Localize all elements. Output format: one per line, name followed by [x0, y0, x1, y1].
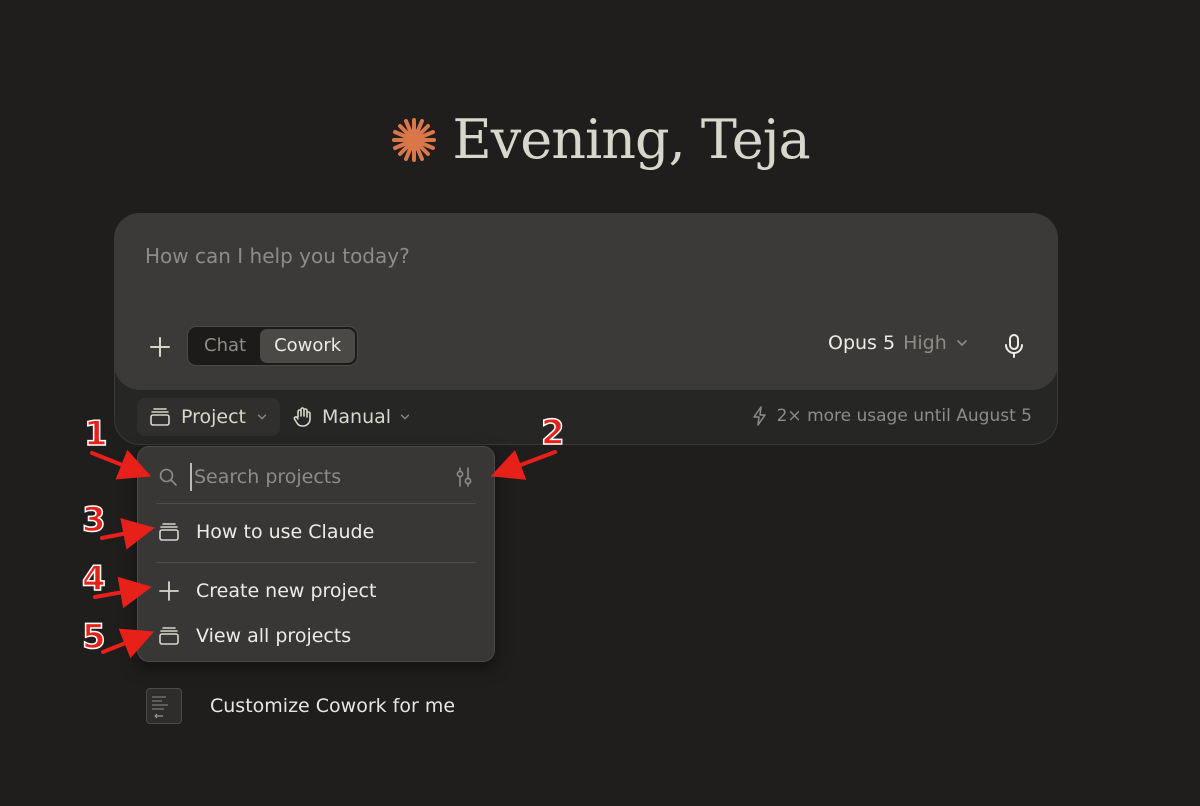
- project-stack-icon: [150, 408, 170, 426]
- mode-toggle: Chat Cowork: [187, 326, 359, 366]
- document-thumbnail-icon: [146, 688, 182, 724]
- microphone-icon: [1005, 334, 1023, 358]
- sliders-icon: [456, 467, 472, 487]
- annotation-arrow-1: [90, 449, 152, 480]
- project-button[interactable]: Project: [137, 398, 281, 436]
- prompt-input[interactable]: [143, 243, 1007, 269]
- annotation-3: 3: [81, 499, 106, 541]
- claude-spark-icon: [392, 117, 437, 162]
- annotation-1: 1: [83, 413, 108, 455]
- create-project-label: Create new project: [196, 580, 377, 602]
- microphone-button[interactable]: [1000, 332, 1028, 360]
- manual-label: Manual: [322, 406, 392, 428]
- divider: [156, 503, 476, 504]
- model-effort: High: [903, 332, 947, 354]
- annotation-4: 4: [81, 558, 106, 600]
- project-item-label: How to use Claude: [196, 521, 375, 543]
- page: Evening, Teja Chat Cowork Opus 5 High: [0, 0, 1200, 806]
- lightning-icon: [752, 406, 766, 426]
- search-projects-input[interactable]: [190, 463, 440, 491]
- greeting: Evening, Teja: [0, 108, 1200, 171]
- model-name: Opus 5: [828, 332, 896, 354]
- project-item[interactable]: How to use Claude: [158, 515, 476, 549]
- project-label: Project: [181, 406, 247, 428]
- plus-icon: [159, 581, 179, 601]
- annotation-2: 2: [540, 412, 565, 454]
- document-lines-icon: [152, 696, 168, 719]
- filter-button[interactable]: [452, 465, 476, 489]
- view-all-projects-label: View all projects: [196, 625, 352, 647]
- model-selector[interactable]: Opus 5 High: [828, 332, 969, 354]
- suggestion-label: Customize Cowork for me: [210, 695, 456, 717]
- chevron-down-icon: [400, 414, 410, 420]
- create-project-item[interactable]: Create new project: [158, 574, 476, 608]
- divider: [156, 562, 476, 563]
- annotation-arrow-2: [490, 449, 557, 480]
- project-search: [158, 461, 476, 493]
- project-dropdown: How to use Claude Create new project Vie…: [137, 446, 495, 662]
- project-stack-icon: [159, 627, 179, 645]
- chevron-down-icon: [257, 414, 267, 420]
- usage-note: 2× more usage until August 5: [751, 406, 1032, 426]
- plus-icon: [150, 337, 170, 357]
- composer: Chat Cowork Opus 5 High: [114, 213, 1058, 390]
- hand-icon: [293, 407, 311, 427]
- search-icon: [159, 468, 177, 486]
- view-all-projects-item[interactable]: View all projects: [158, 619, 476, 653]
- tab-cowork[interactable]: Cowork: [260, 329, 356, 363]
- add-attachment-button[interactable]: [146, 333, 174, 361]
- tab-chat[interactable]: Chat: [190, 329, 260, 363]
- chevron-down-icon: [956, 340, 967, 347]
- manual-button[interactable]: Manual: [292, 398, 411, 436]
- usage-note-text: 2× more usage until August 5: [776, 406, 1032, 426]
- greeting-text: Evening, Teja: [452, 108, 810, 171]
- project-stack-icon: [159, 523, 179, 541]
- suggestion-item[interactable]: Customize Cowork for me: [146, 688, 455, 724]
- annotation-5: 5: [81, 616, 106, 658]
